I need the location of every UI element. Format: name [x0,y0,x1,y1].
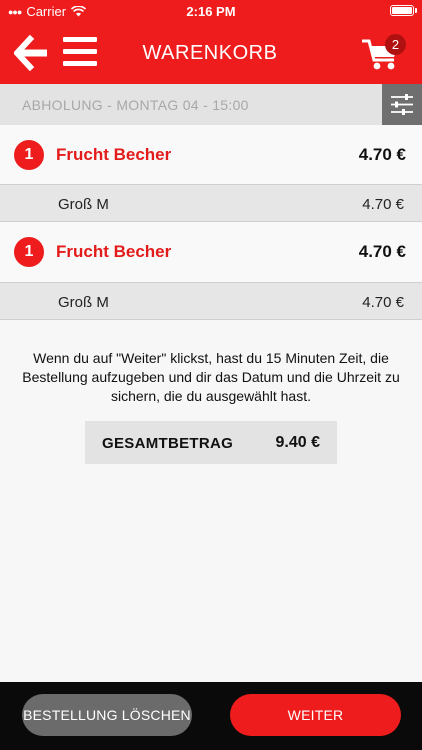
item-name: Frucht Becher [56,145,172,164]
next-button[interactable]: WEITER [230,694,401,736]
option-label: Groß M [58,196,109,213]
status-bar: ●●● Carrier 2:16 PM [0,0,422,22]
footer-bar: BESTELLUNG LÖSCHEN WEITER [0,682,422,750]
item-option-row: Groß M 4.70 € [0,282,422,320]
item-price: 4.70 € [358,242,406,261]
quantity-badge: 1 [14,140,44,170]
checkout-info-text: Wenn du auf "Weiter" klickst, hast du 15… [22,350,400,404]
item-name: Frucht Becher [56,242,172,261]
pickup-label: ABHOLUNG - MONTAG 04 - 15:00 [22,97,249,113]
option-price: 4.70 € [362,196,404,213]
total-value: 9.40 € [275,434,320,451]
delete-order-button[interactable]: BESTELLUNG LÖSCHEN [22,694,192,736]
hamburger-menu-icon[interactable] [63,37,97,67]
back-arrow-icon[interactable] [14,35,50,71]
page-title: WARENKORB [142,42,278,64]
app-header: WARENKORB 2 [0,22,422,84]
filter-button[interactable] [382,84,422,125]
cart-count-badge: 2 [385,34,406,55]
cart-item[interactable]: 1 Frucht Becher 4.70 € [0,222,422,282]
total-box: GESAMTBETRAG 9.40 € [85,421,337,464]
filter-sliders-icon [391,94,413,115]
quantity-badge: 1 [14,237,44,267]
option-price: 4.70 € [362,294,404,311]
pickup-info-bar: ABHOLUNG - MONTAG 04 - 15:00 [0,84,422,125]
cart-item[interactable]: 1 Frucht Becher 4.70 € [0,125,422,185]
option-label: Groß M [58,294,109,311]
item-price: 4.70 € [358,145,406,164]
battery-icon [390,5,417,16]
item-option-row: Groß M 4.70 € [0,184,422,222]
status-time: 2:16 PM [186,4,236,19]
total-label: GESAMTBETRAG [102,435,234,452]
